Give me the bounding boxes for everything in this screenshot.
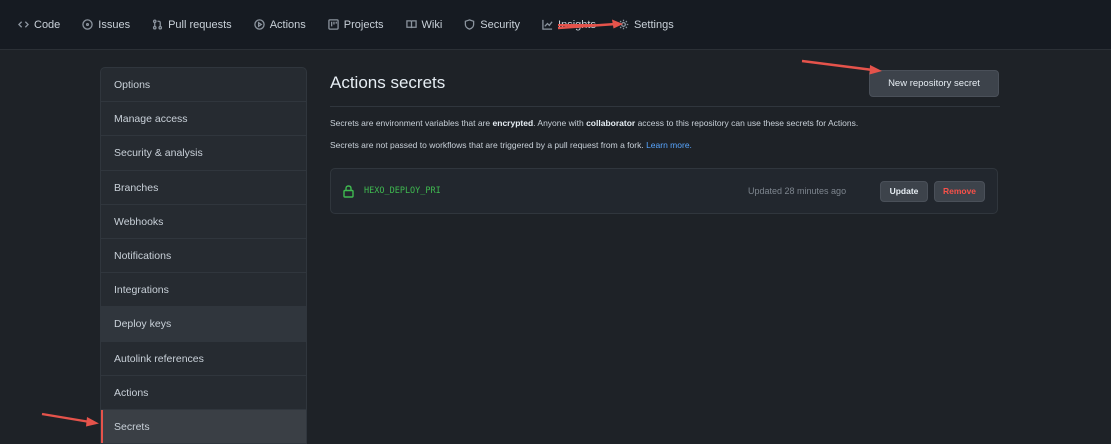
sidebar-item-integrations[interactable]: Integrations xyxy=(101,273,306,308)
shield-icon xyxy=(465,19,475,30)
page-title: Actions secrets xyxy=(330,73,446,92)
remove-secret-button[interactable]: Remove xyxy=(934,181,985,202)
tab-issues[interactable]: Issues xyxy=(82,19,130,31)
secret-updated-time: Updated 28 minutes ago xyxy=(748,186,847,196)
tab-actions[interactable]: Actions xyxy=(253,19,306,31)
sidebar-item-secrets[interactable]: Secrets xyxy=(101,409,306,444)
secrets-description: Secrets are environment variables that a… xyxy=(330,118,859,128)
secret-row: HEXO_DEPLOY_PRI Updated 28 minutes ago U… xyxy=(330,168,998,214)
play-icon xyxy=(253,19,265,30)
sidebar-item-actions[interactable]: Actions xyxy=(101,376,306,410)
secret-name: HEXO_DEPLOY_PRI xyxy=(364,186,441,196)
tab-code[interactable]: Code xyxy=(18,19,60,31)
tab-security[interactable]: Security xyxy=(464,19,520,31)
sidebar-item-branches[interactable]: Branches xyxy=(101,171,306,205)
sidebar-item-security-analysis[interactable]: Security & analysis xyxy=(101,136,306,171)
sidebar-item-autolink-references[interactable]: Autolink references xyxy=(101,342,306,376)
fork-note: Secrets are not passed to workflows that… xyxy=(330,140,692,150)
tab-wiki[interactable]: Wiki xyxy=(405,19,442,31)
annotation-arrow-new-secret xyxy=(801,59,882,75)
graph-icon xyxy=(542,19,553,30)
learn-more-link[interactable]: Learn more. xyxy=(646,140,692,150)
pull-request-icon xyxy=(153,19,163,30)
tab-settings[interactable]: Settings xyxy=(618,19,674,31)
sidebar-item-deploy-keys[interactable]: Deploy keys xyxy=(101,307,306,342)
tab-projects[interactable]: Projects xyxy=(328,19,384,31)
issue-icon xyxy=(82,19,94,30)
annotation-arrow-secrets xyxy=(41,412,99,427)
update-secret-button[interactable]: Update xyxy=(880,181,928,202)
title-divider xyxy=(330,106,1000,107)
sidebar-item-webhooks[interactable]: Webhooks xyxy=(101,205,306,239)
settings-sidebar: Options Manage access Security & analysi… xyxy=(100,67,307,444)
sidebar-item-manage-access[interactable]: Manage access xyxy=(101,102,306,137)
sidebar-item-options[interactable]: Options xyxy=(101,68,306,103)
book-icon xyxy=(405,20,417,29)
sidebar-item-notifications[interactable]: Notifications xyxy=(101,239,306,274)
annotation-arrow-settings xyxy=(557,19,623,30)
new-repository-secret-button[interactable]: New repository secret xyxy=(869,70,999,97)
project-icon xyxy=(328,19,339,30)
lock-icon xyxy=(343,185,354,198)
tab-pull-requests[interactable]: Pull requests xyxy=(152,19,232,31)
code-icon xyxy=(18,21,29,28)
